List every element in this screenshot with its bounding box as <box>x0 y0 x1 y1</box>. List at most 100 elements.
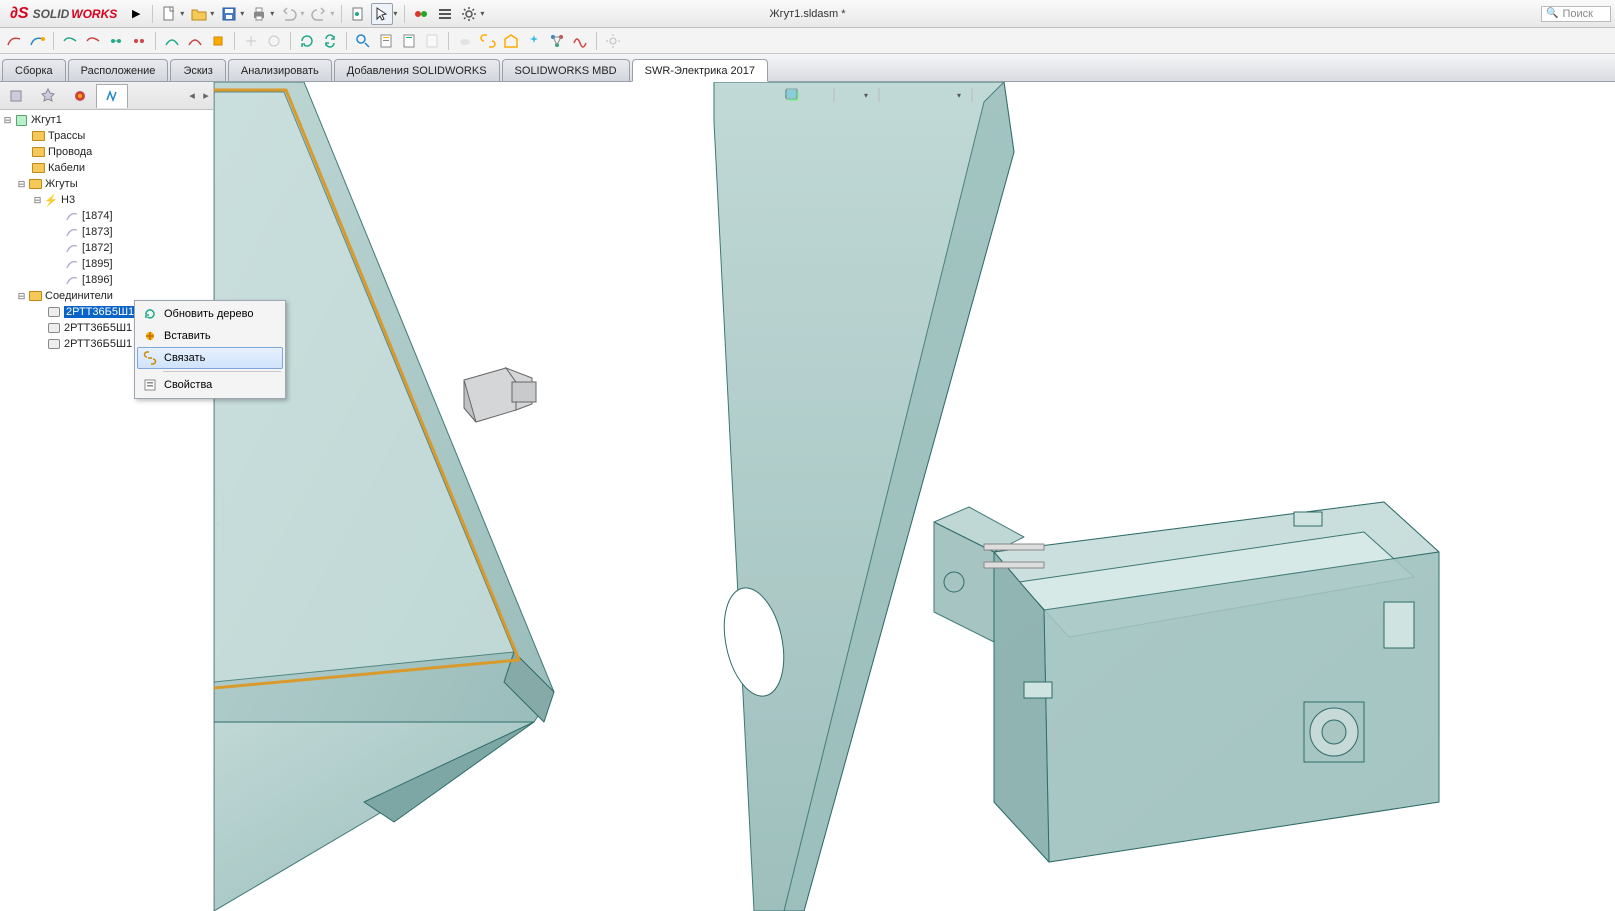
tab-evaluate[interactable]: Анализировать <box>228 59 332 81</box>
dropdown-icon[interactable]: ▾ <box>240 9 244 18</box>
feature-tree[interactable]: ⊟Жгут1 Трассы Провода Кабели ⊟Жгуты ⊟⚡Н3… <box>0 110 213 911</box>
traffic-light-icon[interactable] <box>410 3 432 25</box>
open-file-button[interactable] <box>188 3 210 25</box>
ctx-refresh-tree[interactable]: Обновить дерево <box>137 303 283 325</box>
tree-item[interactable]: [1874] <box>0 208 213 224</box>
tree-folder-cables[interactable]: Кабели <box>0 160 213 176</box>
tree-label: 2РТТ36Б5Ш1 <box>64 322 132 334</box>
tree-root[interactable]: ⊟Жгут1 <box>0 112 213 128</box>
tool-10[interactable] <box>241 31 261 51</box>
tool-11[interactable] <box>264 31 284 51</box>
save-button[interactable] <box>218 3 240 25</box>
print-button[interactable] <box>248 3 270 25</box>
tree-item[interactable]: [1895] <box>0 256 213 272</box>
undo-button[interactable] <box>278 3 300 25</box>
tab-assembly[interactable]: Сборка <box>2 59 66 81</box>
feature-manager-panel: ◂▸ ⊟Жгут1 Трассы Провода Кабели ⊟Жгуты ⊟… <box>0 82 214 911</box>
ctx-properties[interactable]: Свойства <box>137 374 283 396</box>
tool-6[interactable] <box>129 31 149 51</box>
tab-mbd[interactable]: SOLIDWORKS MBD <box>502 59 630 81</box>
ctx-insert[interactable]: Вставить <box>137 325 283 347</box>
tree-folder-traces[interactable]: Трассы <box>0 128 213 144</box>
hud-zoom-area[interactable] <box>807 86 825 104</box>
tree-folder-harnesses[interactable]: ⊟Жгуты <box>0 176 213 192</box>
hud-appearance[interactable] <box>935 86 953 104</box>
panel-tab-property[interactable] <box>32 84 64 108</box>
dropdown-icon[interactable]: ▾ <box>330 9 334 18</box>
panel-scroll-arrows[interactable]: ◂▸ <box>185 89 213 102</box>
hud-scene[interactable] <box>911 86 929 104</box>
tool-wave[interactable] <box>570 31 590 51</box>
tool-4[interactable] <box>83 31 103 51</box>
dropdown-icon[interactable]: ▾ <box>300 9 304 18</box>
tree-label: Жгуты <box>45 178 78 190</box>
harness-icon: ⚡ <box>43 193 59 207</box>
tree-label: Кабели <box>48 162 85 174</box>
tool-9[interactable] <box>208 31 228 51</box>
dropdown-icon[interactable]: ▾ <box>393 9 397 18</box>
tool-cloud[interactable] <box>455 31 475 51</box>
tree-item[interactable]: [1873] <box>0 224 213 240</box>
tool-gear[interactable] <box>603 31 623 51</box>
tree-label: [1874] <box>82 210 113 222</box>
tool-refresh[interactable] <box>297 31 317 51</box>
tool-8[interactable] <box>185 31 205 51</box>
tree-harness-node[interactable]: ⊟⚡Н3 <box>0 192 213 208</box>
tool-1[interactable] <box>4 31 24 51</box>
panel-tab-config[interactable] <box>64 84 96 108</box>
options-list-button[interactable] <box>434 3 456 25</box>
graphics-area[interactable]: ▾ ▾ ▸ <box>214 82 1615 911</box>
separator <box>878 88 879 102</box>
ctx-label: Свойства <box>164 379 212 391</box>
dropdown-icon[interactable]: ▾ <box>210 9 214 18</box>
workspace: ◂▸ ⊟Жгут1 Трассы Провода Кабели ⊟Жгуты ⊟… <box>0 82 1615 911</box>
expand-menu-button[interactable]: ▶ <box>125 3 147 25</box>
tool-link[interactable] <box>478 31 498 51</box>
ctx-separator <box>163 371 281 372</box>
command-manager-tabs: Сборка Расположение Эскиз Анализировать … <box>0 54 1615 82</box>
tool-net[interactable] <box>547 31 567 51</box>
ctx-label: Обновить дерево <box>164 308 253 320</box>
dropdown-icon[interactable]: ▾ <box>480 9 484 18</box>
new-file-button[interactable] <box>158 3 180 25</box>
dropdown-icon[interactable]: ▾ <box>270 9 274 18</box>
dropdown-icon[interactable]: ▾ <box>864 91 868 100</box>
tab-swr-electric[interactable]: SWR-Электрика 2017 <box>632 59 768 82</box>
tree-item[interactable]: [1872] <box>0 240 213 256</box>
tool-report2[interactable] <box>399 31 419 51</box>
hud-orientation[interactable] <box>842 86 860 104</box>
tool-report3[interactable] <box>422 31 442 51</box>
tab-layout[interactable]: Расположение <box>68 59 169 81</box>
separator <box>833 88 834 102</box>
panel-tab-feature[interactable] <box>0 84 32 108</box>
dropdown-icon[interactable]: ▾ <box>180 9 184 18</box>
separator <box>404 5 405 23</box>
tool-5[interactable] <box>106 31 126 51</box>
cursor-select-button[interactable] <box>371 3 393 25</box>
tree-item[interactable]: [1896] <box>0 272 213 288</box>
ctx-link[interactable]: Связать <box>137 347 283 369</box>
hud-hide-show[interactable] <box>1004 86 1022 104</box>
redo-button[interactable] <box>308 3 330 25</box>
model-view-svg <box>214 82 1615 911</box>
hud-render[interactable] <box>1028 86 1046 104</box>
properties-icon <box>142 377 158 393</box>
hud-section[interactable] <box>980 86 998 104</box>
tool-tag[interactable] <box>501 31 521 51</box>
tool-3[interactable] <box>60 31 80 51</box>
select-page-button[interactable] <box>347 3 369 25</box>
tool-sparkle[interactable] <box>524 31 544 51</box>
dropdown-icon[interactable]: ▾ <box>957 91 961 100</box>
hud-display-style[interactable] <box>887 86 905 104</box>
search-input[interactable]: 🔍 Поиск <box>1541 6 1611 22</box>
tool-2[interactable] <box>27 31 47 51</box>
tree-folder-wires[interactable]: Провода <box>0 144 213 160</box>
tool-report1[interactable] <box>376 31 396 51</box>
tab-addins[interactable]: Добавления SOLIDWORKS <box>334 59 500 81</box>
tab-sketch[interactable]: Эскиз <box>170 59 225 81</box>
tool-sync[interactable] <box>320 31 340 51</box>
settings-button[interactable] <box>458 3 480 25</box>
tool-7[interactable] <box>162 31 182 51</box>
tool-search[interactable] <box>353 31 373 51</box>
panel-tab-swr[interactable] <box>96 84 128 108</box>
